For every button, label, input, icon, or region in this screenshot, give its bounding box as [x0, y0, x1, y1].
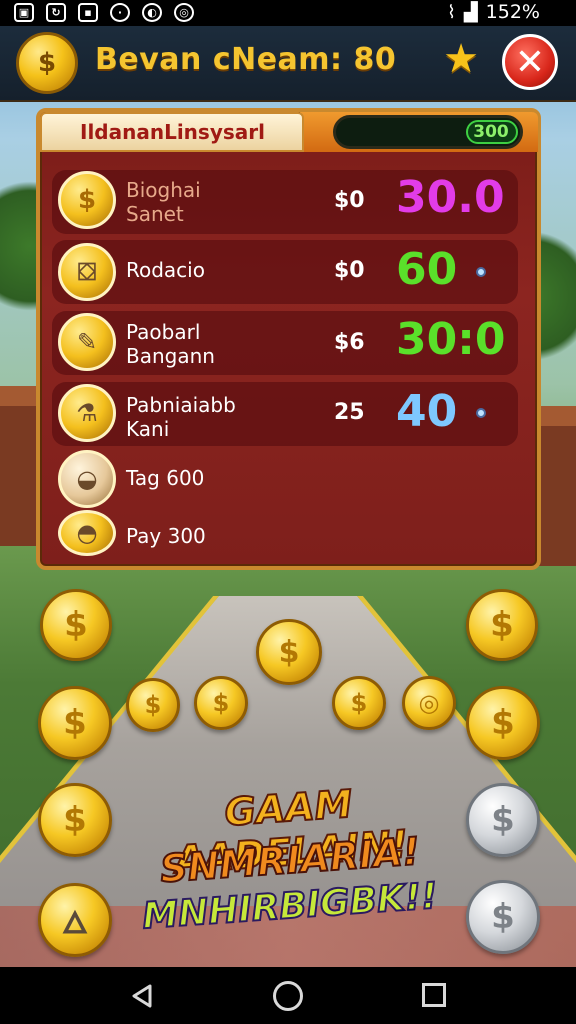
potion-icon: ⚗	[58, 384, 116, 442]
back-icon[interactable]	[128, 982, 156, 1010]
info-dot[interactable]	[476, 408, 486, 418]
row-label: Pabniaiabb Kani	[126, 393, 236, 441]
star-icon: ★	[443, 36, 479, 82]
row-label: Rodacio	[126, 258, 205, 282]
vpn-icon: ◐	[142, 3, 162, 22]
gold-coin[interactable]: $	[466, 589, 538, 661]
row-price: 25	[334, 400, 365, 425]
chat-icon: ·	[110, 3, 130, 22]
torch-icon[interactable]: 🜂	[38, 883, 112, 957]
row-amount: 30:0	[396, 314, 506, 365]
close-icon: ✕	[514, 41, 546, 83]
silver-coin[interactable]: $	[466, 783, 540, 857]
row-label-line1: Bioghai	[126, 178, 201, 202]
row-label: Pay 300	[126, 524, 206, 548]
silver-coin[interactable]: $	[466, 880, 540, 954]
recents-icon[interactable]	[422, 983, 446, 1007]
food-icon[interactable]: ◒	[58, 450, 116, 508]
battery-level: 152%	[485, 1, 540, 23]
row-amount: 40	[396, 386, 458, 437]
header-title: Bevan cNeam: 80	[95, 42, 397, 77]
row-price: $0	[334, 188, 365, 213]
wifi-icon: ⌇	[447, 1, 456, 23]
row-label-line1: Paobarl	[126, 320, 201, 344]
gold-coin[interactable]: $	[256, 619, 322, 685]
row-label-line1: Pay 300	[126, 524, 206, 548]
status-icons: ▣ ↻ ▪ · ◐ ◎	[14, 3, 194, 22]
star-button[interactable]: ★	[438, 36, 484, 82]
photo-icon: ▪	[78, 3, 98, 22]
info-dot[interactable]	[476, 267, 486, 277]
home-icon[interactable]	[273, 981, 303, 1011]
row-amount: 30.0	[396, 172, 505, 223]
coin-pouch-icon[interactable]: $	[16, 32, 78, 94]
row-label-line2: Sanet	[126, 202, 184, 226]
gold-coin[interactable]: $	[38, 686, 112, 760]
sync-icon: ↻	[46, 3, 66, 22]
row-label: Paobarl Bangann	[126, 320, 215, 368]
gold-coin[interactable]: $	[38, 783, 112, 857]
gold-coin[interactable]: $	[466, 686, 540, 760]
panel-title: IldananLinsysarl	[40, 112, 304, 152]
money-bag-icon[interactable]: ◓	[58, 510, 116, 556]
row-label-line2: Kani	[126, 417, 170, 441]
progress-value: 300	[473, 122, 509, 142]
row-label-line1: Tag 600	[126, 466, 205, 490]
gold-coin[interactable]: $	[194, 676, 248, 730]
row-price: $6	[334, 330, 365, 355]
gold-coin[interactable]: $	[126, 678, 180, 732]
status-bar: ▣ ↻ ▪ · ◐ ◎ ⌇ ▟ 152%	[0, 0, 576, 26]
row-label: Bioghai Sanet	[126, 178, 201, 226]
close-button[interactable]: ✕	[502, 34, 558, 90]
gold-coin[interactable]: $	[40, 589, 112, 661]
row-label-line1: Rodacio	[126, 258, 205, 282]
ring-coin-icon[interactable]: ◎	[402, 676, 456, 730]
paint-bucket-icon: ⛋	[58, 243, 116, 301]
row-label-line1: Pabniaiabb	[126, 393, 236, 417]
dollar-coin-icon: $	[58, 171, 116, 229]
location-icon: ◎	[174, 3, 194, 22]
status-right: ⌇ ▟ 152%	[447, 1, 540, 23]
gold-coin[interactable]: $	[332, 676, 386, 730]
navigation-bar	[0, 967, 576, 1024]
signal-icon: ▟	[463, 1, 478, 23]
spray-can-icon: ✎	[58, 313, 116, 371]
row-label-line2: Bangann	[126, 344, 215, 368]
top-header: $ Bevan cNeam: 80	[0, 26, 576, 102]
row-amount: 60	[396, 244, 458, 295]
notification-icon: ▣	[14, 3, 34, 22]
row-label: Tag 600	[126, 466, 204, 490]
row-price: $0	[334, 258, 365, 283]
